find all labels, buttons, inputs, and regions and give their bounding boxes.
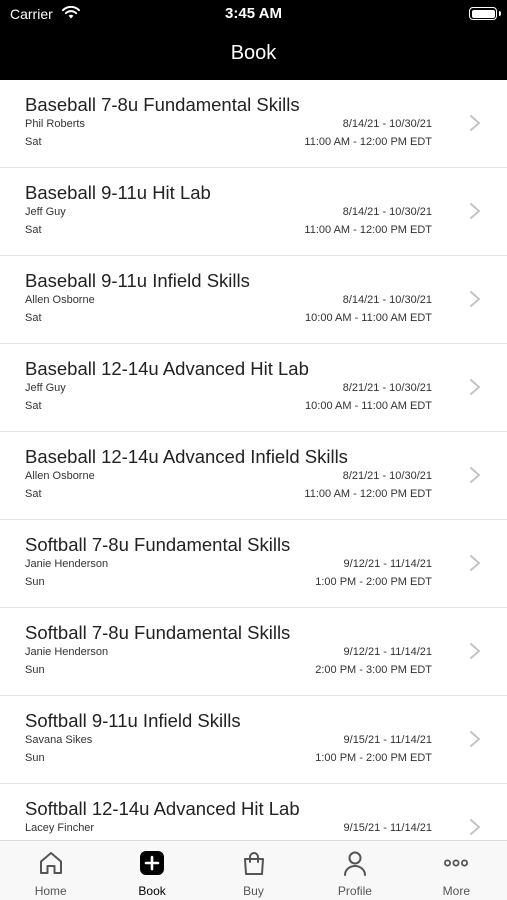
class-time: 10:00 AM - 11:00 AM EDT — [305, 312, 432, 324]
coach-name: Allen Osborne — [25, 294, 95, 306]
date-range: 8/14/21 - 10/30/21 — [342, 118, 432, 130]
tab-label: Book — [138, 884, 166, 898]
chevron-right-icon — [470, 643, 480, 659]
date-range: 9/15/21 - 11/14/21 — [343, 822, 432, 834]
tab-more[interactable]: More — [406, 841, 507, 900]
chevron-right-icon — [470, 731, 480, 747]
plus-square-icon — [140, 851, 165, 875]
date-range: 8/14/21 - 10/30/21 — [342, 294, 432, 306]
chevron-right-icon — [470, 467, 480, 483]
class-name: Softball 9-11u Infield Skills — [25, 710, 241, 731]
coach-name: Jeff Guy — [25, 206, 66, 218]
class-day: Sat — [25, 488, 42, 500]
tab-label: Buy — [243, 884, 264, 898]
class-day: Sat — [25, 400, 42, 412]
class-name: Baseball 9-11u Infield Skills — [25, 270, 250, 291]
class-row[interactable]: Softball 12-14u Advanced Hit Lab Lacey F… — [0, 784, 507, 840]
tab-bar: Home Book Buy Profile More — [0, 840, 507, 900]
class-row[interactable]: Baseball 12-14u Advanced Infield Skills … — [0, 432, 507, 520]
date-range: 8/21/21 - 10/30/21 — [342, 382, 432, 394]
tab-buy[interactable]: Buy — [203, 841, 304, 900]
class-name: Softball 12-14u Advanced Hit Lab — [25, 798, 300, 819]
class-time: 1:00 PM - 2:00 PM EDT — [315, 752, 432, 764]
tab-label: More — [442, 884, 470, 898]
class-time: 11:00 AM - 12:00 PM EDT — [304, 224, 432, 236]
battery-icon — [469, 7, 501, 20]
status-bar: Carrier 3:45 AM — [0, 0, 507, 30]
coach-name: Lacey Fincher — [25, 822, 95, 834]
class-day: Sat — [25, 136, 42, 148]
coach-name: Savana Sikes — [25, 734, 93, 746]
class-name: Baseball 12-14u Advanced Hit Lab — [25, 358, 309, 379]
class-time: 1:00 PM - 2:00 PM EDT — [315, 576, 432, 588]
class-day: Sat — [25, 312, 42, 324]
class-row[interactable]: Baseball 12-14u Advanced Hit Lab Jeff Gu… — [0, 344, 507, 432]
class-time: 11:00 AM - 12:00 PM EDT — [304, 136, 432, 148]
chevron-right-icon — [470, 115, 480, 131]
coach-name: Allen Osborne — [25, 470, 95, 482]
tab-book[interactable]: Book — [101, 841, 202, 900]
class-time: 2:00 PM - 3:00 PM EDT — [315, 664, 432, 676]
date-range: 8/14/21 - 10/30/21 — [342, 206, 432, 218]
chevron-right-icon — [470, 555, 480, 571]
class-row[interactable]: Baseball 9-11u Infield Skills Allen Osbo… — [0, 256, 507, 344]
class-row[interactable]: Baseball 9-11u Hit Lab Jeff Guy 8/14/21 … — [0, 168, 507, 256]
date-range: 9/12/21 - 11/14/21 — [343, 558, 432, 570]
class-list[interactable]: Baseball 7-8u Fundamental Skills Phil Ro… — [0, 80, 507, 840]
home-icon — [39, 852, 62, 874]
class-time: 10:00 AM - 11:00 AM EDT — [305, 400, 432, 412]
page-title: Book — [230, 42, 277, 64]
class-row[interactable]: Softball 7-8u Fundamental Skills Janie H… — [0, 520, 507, 608]
class-row[interactable]: Baseball 7-8u Fundamental Skills Phil Ro… — [0, 80, 507, 168]
class-row[interactable]: Softball 7-8u Fundamental Skills Janie H… — [0, 608, 507, 696]
coach-name: Janie Henderson — [25, 558, 109, 570]
class-name: Baseball 7-8u Fundamental Skills — [25, 94, 300, 115]
class-row[interactable]: Softball 9-11u Infield Skills Savana Sik… — [0, 696, 507, 784]
chevron-right-icon — [470, 291, 480, 307]
tab-home[interactable]: Home — [0, 841, 101, 900]
class-name: Baseball 9-11u Hit Lab — [25, 182, 211, 203]
chevron-right-icon — [470, 379, 480, 395]
class-day: Sun — [25, 664, 45, 676]
tab-profile[interactable]: Profile — [304, 841, 405, 900]
coach-name: Phil Roberts — [25, 118, 85, 130]
class-day: Sat — [25, 224, 42, 236]
tab-label: Profile — [337, 884, 372, 898]
status-time: 3:45 AM — [225, 5, 282, 22]
shopping-bag-icon — [243, 852, 264, 875]
date-range: 9/15/21 - 11/14/21 — [343, 734, 432, 746]
coach-name: Jeff Guy — [25, 382, 66, 394]
class-name: Softball 7-8u Fundamental Skills — [25, 534, 291, 555]
class-name: Baseball 12-14u Advanced Infield Skills — [25, 446, 348, 467]
ellipsis-icon — [444, 859, 469, 867]
class-day: Sun — [25, 752, 45, 764]
class-name: Softball 7-8u Fundamental Skills — [25, 622, 291, 643]
class-time: 11:00 AM - 12:00 PM EDT — [304, 488, 432, 500]
chevron-right-icon — [470, 203, 480, 219]
date-range: 9/12/21 - 11/14/21 — [343, 646, 432, 658]
date-range: 8/21/21 - 10/30/21 — [342, 470, 432, 482]
tab-label: Home — [34, 884, 67, 898]
person-icon — [343, 851, 366, 876]
coach-name: Janie Henderson — [25, 646, 109, 658]
class-day: Sun — [25, 576, 45, 588]
chevron-right-icon — [470, 819, 480, 835]
navigation-bar: Book — [0, 30, 507, 80]
